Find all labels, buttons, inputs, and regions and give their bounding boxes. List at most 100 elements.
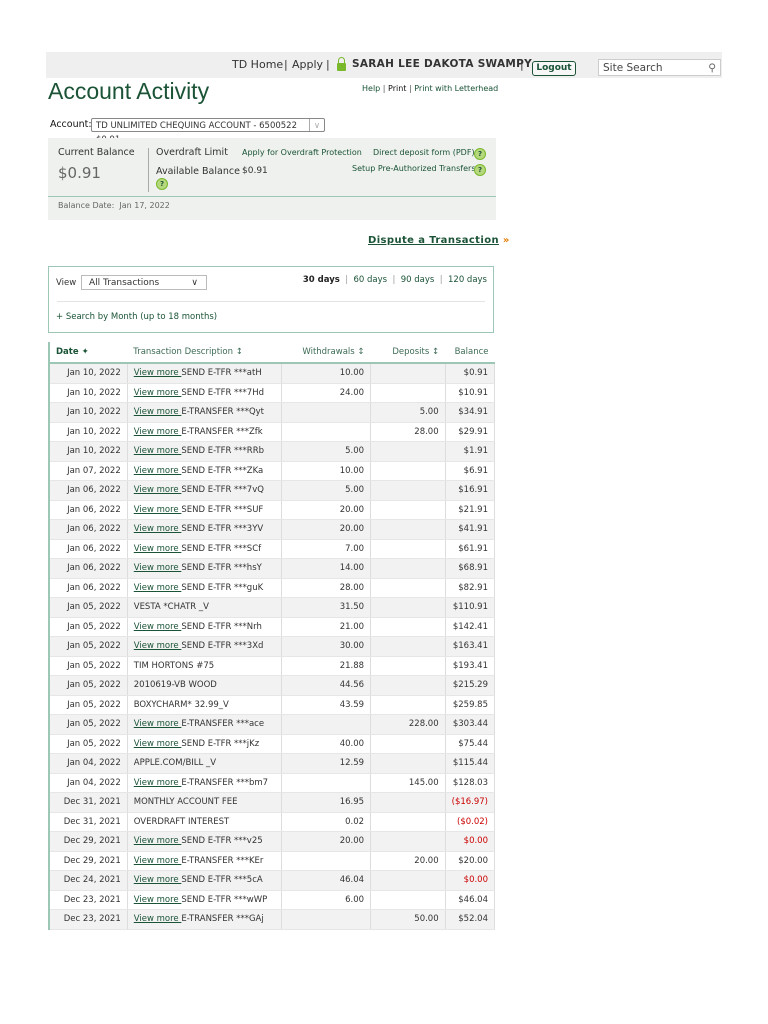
cell-balance: $82.91 xyxy=(445,578,496,598)
site-search-input[interactable]: Site Search ⚲ xyxy=(598,59,721,76)
divider xyxy=(57,301,485,302)
print-letterhead-link[interactable]: Print with Letterhead xyxy=(414,84,498,93)
period-90-days[interactable]: 90 days xyxy=(401,275,435,285)
apply-overdraft-link[interactable]: Apply for Overdraft Protection xyxy=(242,148,362,157)
cell-description: View more SEND E-TFR ***3Xd xyxy=(127,636,282,657)
cell-deposit xyxy=(370,461,446,481)
cell-description: View more SEND E-TFR ***hsY xyxy=(127,558,282,579)
view-more-link[interactable]: View more xyxy=(134,544,182,554)
account-select[interactable]: TD UNLIMITED CHEQUING ACCOUNT - 6500522 … xyxy=(91,118,325,145)
view-more-link[interactable]: View more xyxy=(134,563,182,573)
cell-withdrawal: 43.59 xyxy=(281,695,372,715)
utility-links: Help | Print | Print with Letterhead xyxy=(362,84,499,93)
col-withdrawals[interactable]: Withdrawals ↕ xyxy=(281,342,371,364)
view-more-link[interactable]: View more xyxy=(134,427,182,437)
cell-date: Dec 29, 2021 xyxy=(49,831,128,852)
view-more-link[interactable]: View more xyxy=(134,641,182,651)
view-more-link[interactable]: View more xyxy=(134,368,182,378)
cell-balance: $52.04 xyxy=(445,909,496,930)
cell-description: View more SEND E-TFR ***3YV xyxy=(127,519,282,540)
period-30-days[interactable]: 30 days xyxy=(303,275,340,285)
cell-deposit xyxy=(370,617,446,637)
apply-link[interactable]: Apply xyxy=(292,58,323,71)
col-date[interactable]: Date ✦ xyxy=(49,342,128,364)
view-more-link[interactable]: View more xyxy=(134,583,182,593)
view-more-link[interactable]: View more xyxy=(134,466,182,476)
cell-deposit xyxy=(370,363,446,384)
cell-balance: $1.91 xyxy=(445,441,496,462)
cell-description: OVERDRAFT INTEREST xyxy=(127,812,282,832)
view-more-link[interactable]: View more xyxy=(134,524,182,534)
view-more-link[interactable]: View more xyxy=(134,739,182,749)
col-description[interactable]: Transaction Description ↕ xyxy=(127,342,281,364)
cell-balance: $61.91 xyxy=(445,539,496,559)
table-row: Jan 06, 2022 View more SEND E-TFR ***3YV 2… xyxy=(49,519,496,540)
table-row: Jan 06, 2022 View more SEND E-TFR ***SCf 7… xyxy=(49,539,496,559)
search-icon[interactable]: ⚲ xyxy=(708,60,716,77)
view-more-link[interactable]: View more xyxy=(134,836,182,846)
view-more-link[interactable]: View more xyxy=(134,778,182,788)
cell-withdrawal: 5.00 xyxy=(281,441,372,462)
help-link[interactable]: Help xyxy=(362,84,380,93)
nav-separator: | xyxy=(284,58,288,71)
view-more-link[interactable]: View more xyxy=(134,388,182,398)
view-more-link[interactable]: View more xyxy=(134,485,182,495)
nav-separator: | xyxy=(326,58,330,71)
filter-panel: View All Transactions ∨ 30 days | 60 days… xyxy=(48,266,494,333)
cell-balance: ($16.97) xyxy=(445,792,496,813)
cell-balance: $16.91 xyxy=(445,480,496,501)
table-row: Jan 10, 2022 View more E-TRANSFER ***Zfk 2… xyxy=(49,422,496,442)
cell-deposit: 50.00 xyxy=(370,909,446,930)
cell-date: Jan 04, 2022 xyxy=(49,753,128,774)
direct-deposit-link[interactable]: Direct deposit form (PDF) xyxy=(373,148,475,157)
cell-date: Jan 05, 2022 xyxy=(49,597,128,618)
view-select[interactable]: All Transactions ∨ xyxy=(81,275,207,290)
view-more-link[interactable]: View more xyxy=(134,719,182,729)
view-more-link[interactable]: View more xyxy=(134,622,182,632)
cell-date: Jan 04, 2022 xyxy=(49,773,128,793)
print-link[interactable]: Print xyxy=(388,84,406,93)
help-icon[interactable]: ? xyxy=(474,164,486,176)
col-deposits[interactable]: Deposits ↕ xyxy=(370,342,446,364)
search-by-month-link[interactable]: + Search by Month (up to 18 months) xyxy=(56,312,217,322)
period-60-days[interactable]: 60 days xyxy=(353,275,387,285)
description-text: SEND E-TFR ***jKz xyxy=(181,738,260,749)
view-more-link[interactable]: View more xyxy=(134,895,182,905)
cell-balance: $34.91 xyxy=(445,402,496,423)
search-placeholder: Site Search xyxy=(603,62,663,74)
period-120-days[interactable]: 120 days xyxy=(448,275,487,285)
cell-deposit: 145.00 xyxy=(370,773,446,793)
available-balance-value: $0.91 xyxy=(242,166,268,176)
description-text: SEND E-TFR ***ZKa xyxy=(181,465,264,476)
cell-balance: $29.91 xyxy=(445,422,496,442)
view-more-link[interactable]: View more xyxy=(134,875,182,885)
view-more-link[interactable]: View more xyxy=(134,856,182,866)
setup-pat-link[interactable]: Setup Pre-Authorized Transfers xyxy=(352,164,476,173)
cell-balance: $75.44 xyxy=(445,734,496,754)
help-icon[interactable]: ? xyxy=(474,148,486,160)
cell-date: Jan 06, 2022 xyxy=(49,519,128,540)
view-more-link[interactable]: View more xyxy=(134,505,182,515)
cell-deposit xyxy=(370,500,446,520)
table-row: Dec 29, 2021 View more E-TRANSFER ***KEr 2… xyxy=(49,851,496,871)
view-more-link[interactable]: View more xyxy=(134,446,182,456)
help-icon[interactable]: ? xyxy=(156,178,168,190)
cell-balance: $142.41 xyxy=(445,617,496,637)
cell-deposit: 28.00 xyxy=(370,422,446,442)
cell-description: View more E-TRANSFER ***bm7 xyxy=(127,773,282,793)
table-row: Jan 05, 2022 View more SEND E-TFR ***jKz 4… xyxy=(49,734,496,754)
description-text: SEND E-TFR ***v25 xyxy=(181,836,263,847)
cell-description: View more SEND E-TFR ***5cA xyxy=(127,870,282,891)
cell-balance: $0.00 xyxy=(445,831,496,852)
cell-withdrawal: 14.00 xyxy=(281,558,372,579)
cell-deposit xyxy=(370,480,446,501)
cell-description: View more SEND E-TFR ***7vQ xyxy=(127,480,282,501)
cell-balance: $6.91 xyxy=(445,461,496,481)
cell-balance: $215.29 xyxy=(445,675,496,696)
user-menu[interactable]: SARAH LEE DAKOTA SWAMPY ▾ xyxy=(352,58,542,70)
dispute-transaction-link[interactable]: Dispute a Transaction » xyxy=(368,235,510,246)
view-more-link[interactable]: View more xyxy=(134,407,182,417)
logout-button[interactable]: Logout xyxy=(532,61,576,76)
view-more-link[interactable]: View more xyxy=(134,914,182,924)
td-home-link[interactable]: TD Home xyxy=(232,58,283,71)
